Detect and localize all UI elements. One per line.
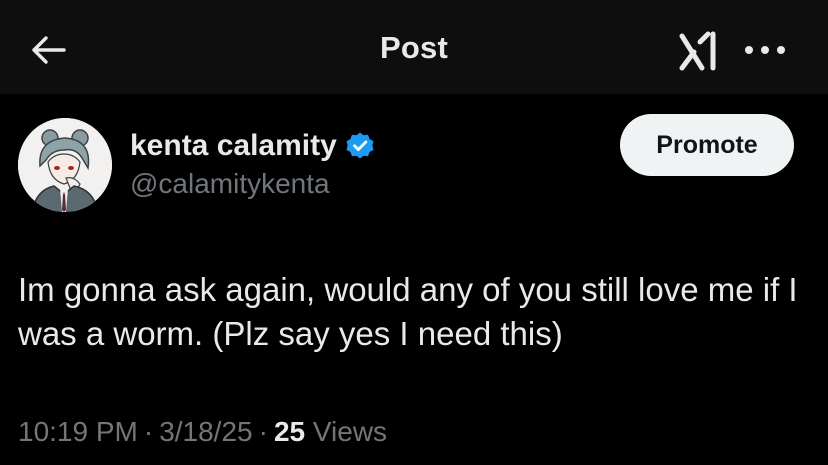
post-metadata: 10:19 PM · 3/18/25 · 25 Views (18, 416, 387, 448)
meta-separator: · (258, 416, 268, 447)
author-handle[interactable]: @calamitykenta (130, 168, 330, 200)
more-options-button[interactable] (740, 30, 790, 70)
views-count: 25 (273, 416, 306, 447)
verified-badge-icon[interactable] (345, 131, 375, 161)
views-label: Views (312, 416, 388, 447)
grok-button[interactable] (674, 30, 724, 72)
post-time[interactable]: 10:19 PM (18, 416, 138, 447)
meta-separator: · (143, 416, 154, 447)
top-bar: Post (0, 0, 828, 94)
more-horizontal-icon (745, 46, 785, 54)
grok-icon (679, 31, 716, 71)
author-display-name[interactable]: kenta calamity (130, 129, 337, 163)
avatar-image (18, 118, 112, 212)
promote-button[interactable]: Promote (620, 114, 794, 176)
post-date[interactable]: 3/18/25 (159, 416, 252, 447)
post-text: Im gonna ask again, would any of you sti… (18, 271, 807, 352)
author-name-row: kenta calamity (130, 128, 375, 164)
avatar[interactable] (18, 118, 112, 212)
